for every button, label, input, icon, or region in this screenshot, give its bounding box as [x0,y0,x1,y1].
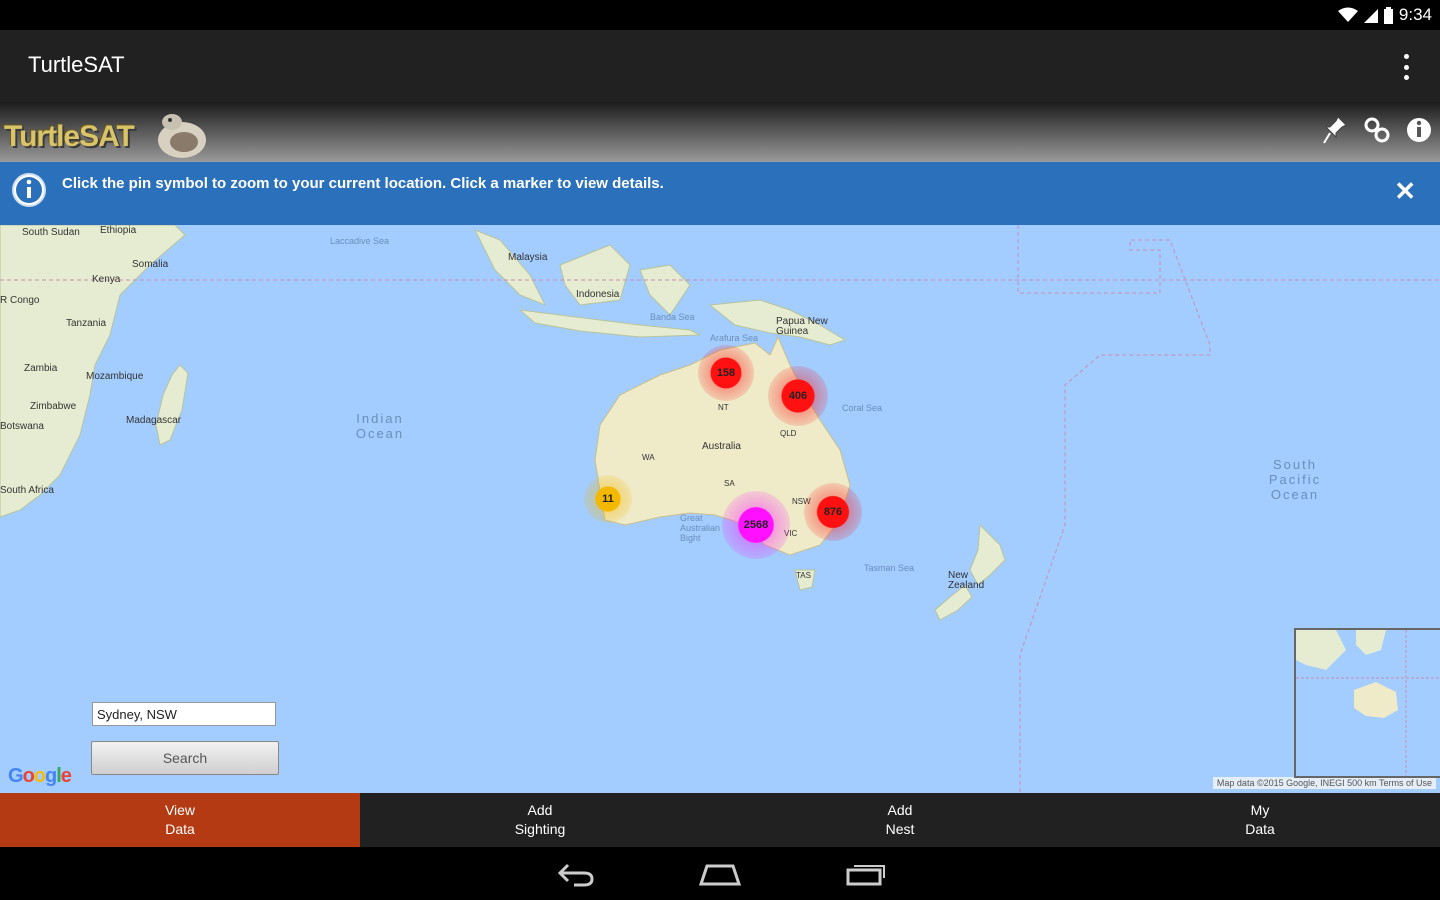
battery-icon [1383,6,1393,24]
map-label: Papua New Guinea [776,316,828,337]
sea-label: Arafura Sea [710,333,759,343]
info-circle-icon [12,173,46,207]
tab-label: Sighting [514,821,566,837]
map-label: Malaysia [508,252,548,263]
pin-icon[interactable] [1320,112,1350,148]
tab-add-nest[interactable]: Add Nest [720,793,1080,847]
logo-text: TurtleSAT [4,120,135,153]
tab-label: My [1250,802,1270,818]
sea-label: Banda Sea [650,312,695,322]
search-input[interactable] [92,702,276,726]
map-label: Madagascar [126,415,182,426]
cluster-marker[interactable]: 11 [584,475,632,523]
map-label: TAS [796,571,811,580]
search-button[interactable]: Search [91,741,279,775]
signal-icon [1363,9,1378,23]
map-label: South Sudan [22,227,80,238]
system-nav-bar [0,847,1440,900]
banner-actions [1320,112,1434,148]
tab-label: Add [527,802,553,818]
map-label: QLD [780,429,797,438]
tab-label: Data [1245,821,1275,837]
tab-label: View [164,802,196,818]
back-icon[interactable] [554,859,598,889]
ocean-label: Indian Ocean [355,411,405,441]
map-label: Mozambique [86,371,144,382]
wifi-icon [1337,7,1358,22]
app-title: TurtleSAT [28,52,125,77]
map-label: Botswana [0,421,44,432]
close-icon[interactable]: ✕ [1394,176,1416,207]
tab-my-data[interactable]: My Data [1080,793,1440,847]
info-message: Click the pin symbol to zoom to your cur… [62,175,664,192]
map-label: Kenya [92,274,121,285]
map-label: NT [718,403,729,412]
tab-view-data[interactable]: View Data [0,793,360,847]
map-label: Somalia [132,259,169,270]
map-label: New Zealand [948,570,985,591]
bottom-nav: View Data Add Sighting Add Nest My Data [0,793,1440,847]
sea-label: Tasman Sea [864,563,915,573]
map-label: R Congo [0,295,40,306]
map-label: Ethiopia [100,225,137,236]
map-label: Zambia [24,363,58,374]
google-logo: Google [8,765,72,787]
tab-label: Data [165,821,195,837]
cluster-marker[interactable]: 406 [768,366,828,426]
tab-add-sighting[interactable]: Add Sighting [360,793,720,847]
sea-label: Laccadive Sea [330,236,390,246]
overflow-menu-icon[interactable] [1396,54,1416,80]
cluster-marker[interactable]: 2568 [722,491,790,559]
map-label: SA [724,479,735,488]
turtle-logo-icon [158,114,206,158]
map-label: South Africa [0,485,54,496]
sea-label: Coral Sea [842,403,883,413]
tab-label: Nest [885,821,915,837]
link-icon[interactable] [1362,112,1392,148]
home-icon[interactable] [698,859,742,889]
ocean-label: South Pacific Ocean [1268,457,1322,502]
cluster-marker[interactable]: 158 [698,345,754,401]
status-bar: 9:34 [0,0,1440,30]
map-label: Australia [702,441,741,452]
logo-banner [0,102,1440,162]
map-label: Zimbabwe [30,401,77,412]
map-label: Tanzania [66,318,107,329]
tab-label: Add [887,802,913,818]
recent-apps-icon[interactable] [844,859,888,889]
app-bar: TurtleSAT [0,30,1440,102]
cluster-marker[interactable]: 876 [804,483,862,541]
info-bar: Click the pin symbol to zoom to your cur… [0,162,1440,225]
overview-minimap[interactable] [1294,628,1440,778]
minimap-canvas [1296,630,1440,776]
map-attribution[interactable]: Map data ©2015 Google, INEGI 500 km Term… [1212,777,1436,789]
map-view[interactable]: South Sudan Ethiopia Somalia Kenya R Con… [0,225,1440,793]
info-icon[interactable] [1404,112,1434,148]
clock: 9:34 [1398,5,1432,24]
map-label: WA [642,453,655,462]
map-label: Indonesia [576,289,620,300]
